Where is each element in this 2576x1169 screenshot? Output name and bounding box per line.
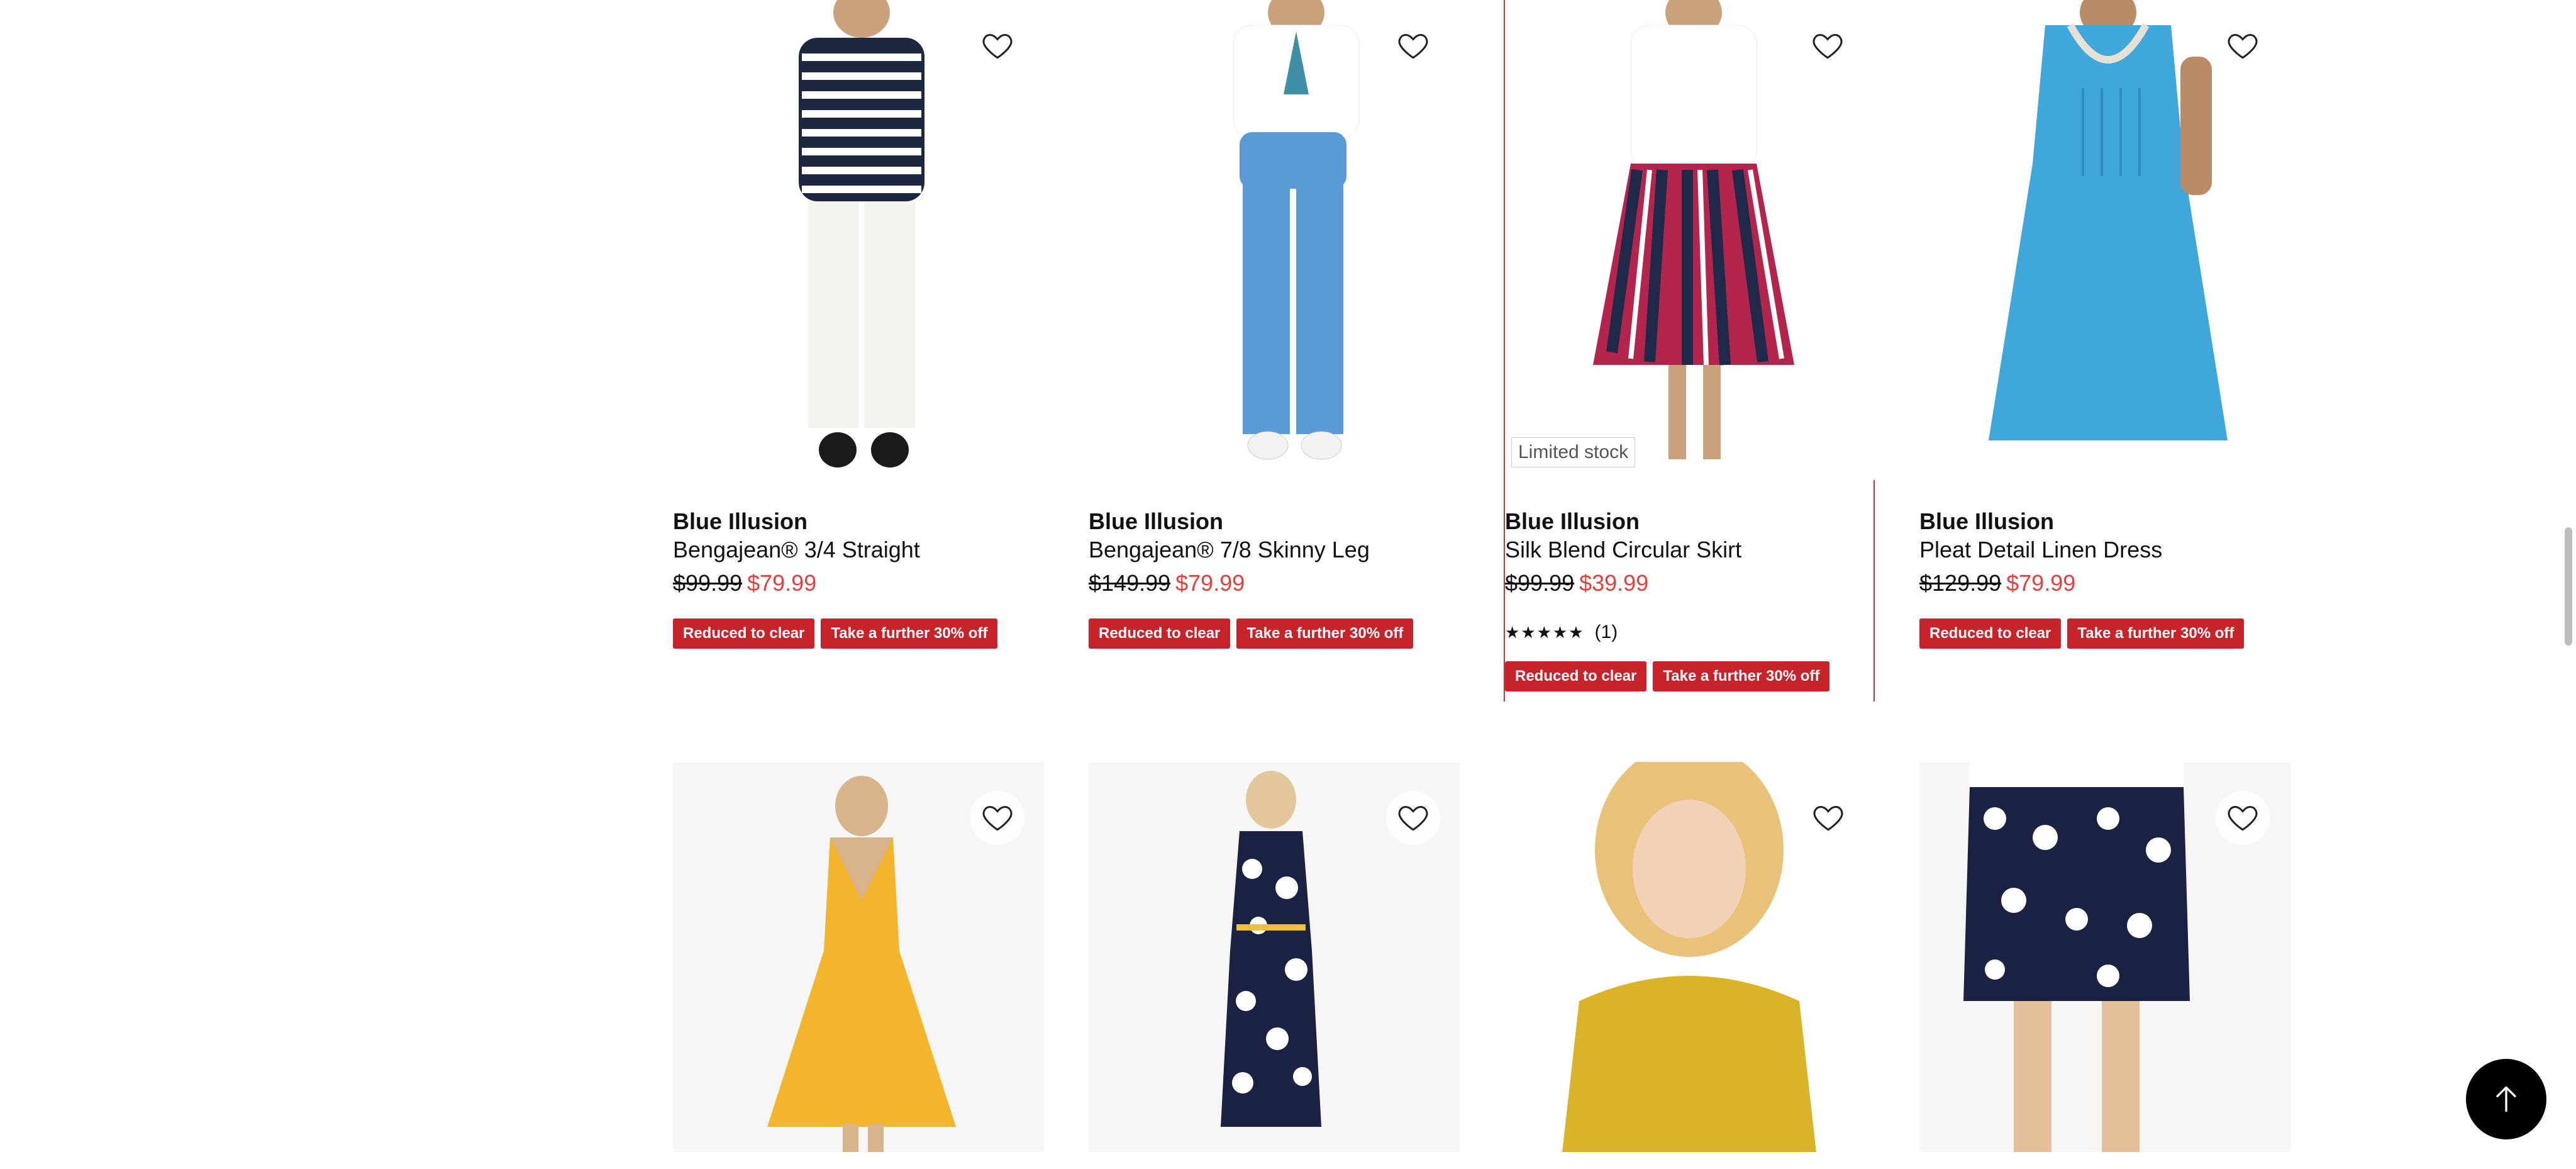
product-image[interactable] [1919,0,2290,480]
wishlist-button[interactable] [970,19,1024,73]
arrow-up-icon [2496,1086,2516,1112]
original-price: $99.99 [673,570,743,596]
heart-icon [982,33,1013,59]
product-brand[interactable]: Blue Illusion [1089,508,1223,535]
product-grid: Blue Illusion Bengajean® 3/4 Straight $9… [0,0,2576,1169]
further-off-badge: Take a further 30% off [1236,618,1414,649]
heart-icon [1813,805,1843,831]
reduced-badge: Reduced to clear [1919,618,2062,649]
product-brand[interactable]: Blue Illusion [673,508,808,535]
sale-price: $79.99 [747,570,817,596]
heart-icon [2228,805,2258,831]
heart-icon [1398,33,1428,59]
wishlist-button[interactable] [1386,791,1440,845]
product-name[interactable]: Bengajean® 3/4 Straight [673,537,920,563]
heart-icon [1398,805,1428,831]
wishlist-button[interactable] [970,791,1024,845]
wishlist-button[interactable] [2216,19,2270,73]
product-image[interactable] [673,0,1044,480]
product-price: $99.99 $39.99 [1505,570,1648,596]
wishlist-button[interactable] [1801,19,1855,73]
product-brand[interactable]: Blue Illusion [1919,508,2054,535]
heart-icon [1813,33,1843,59]
promo-badges: Reduced to clear Take a further 30% off [1919,618,2245,649]
heart-icon [2228,33,2258,59]
further-off-badge: Take a further 30% off [1653,661,1830,691]
product-image[interactable] [1089,0,1460,480]
further-off-badge: Take a further 30% off [821,618,998,649]
product-name[interactable]: Silk Blend Circular Skirt [1505,537,1741,563]
sale-price: $79.99 [1175,570,1245,596]
original-price: $129.99 [1919,570,2002,596]
product-rating[interactable]: ★★★★★ (1) [1505,622,1618,643]
original-price: $99.99 [1505,570,1575,596]
product-card[interactable]: Limited stock Blue Illusion Silk Blend C… [1504,0,1876,702]
limited-stock-label: Limited stock [1511,437,1636,467]
promo-badges: Reduced to clear Take a further 30% off [1505,661,1830,691]
scrollbar-thumb[interactable] [2565,527,2572,646]
sale-price: $79.99 [2006,570,2076,596]
product-brand[interactable]: Blue Illusion [1505,508,1640,535]
review-count: (1) [1594,622,1618,642]
reduced-badge: Reduced to clear [1505,661,1647,691]
star-rating-icon: ★★★★★ [1505,622,1585,642]
product-price: $99.99 $79.99 [673,570,816,596]
sale-price: $39.99 [1579,570,1649,596]
product-price: $129.99 $79.99 [1919,570,2075,596]
further-off-badge: Take a further 30% off [2067,618,2245,649]
reduced-badge: Reduced to clear [673,618,815,649]
wishlist-button[interactable] [2216,791,2270,845]
promo-badges: Reduced to clear Take a further 30% off [1089,618,1414,649]
scrollbar[interactable] [2560,0,2576,1169]
promo-badges: Reduced to clear Take a further 30% off [673,618,998,649]
reduced-badge: Reduced to clear [1089,618,1231,649]
heart-icon [982,805,1013,831]
wishlist-button[interactable] [1386,19,1440,73]
wishlist-button[interactable] [1801,791,1855,845]
product-name[interactable]: Bengajean® 7/8 Skinny Leg [1089,537,1370,563]
original-price: $149.99 [1089,570,1171,596]
product-price: $149.99 $79.99 [1089,570,1245,596]
product-name[interactable]: Pleat Detail Linen Dress [1919,537,2162,563]
back-to-top-button[interactable] [2466,1059,2546,1139]
